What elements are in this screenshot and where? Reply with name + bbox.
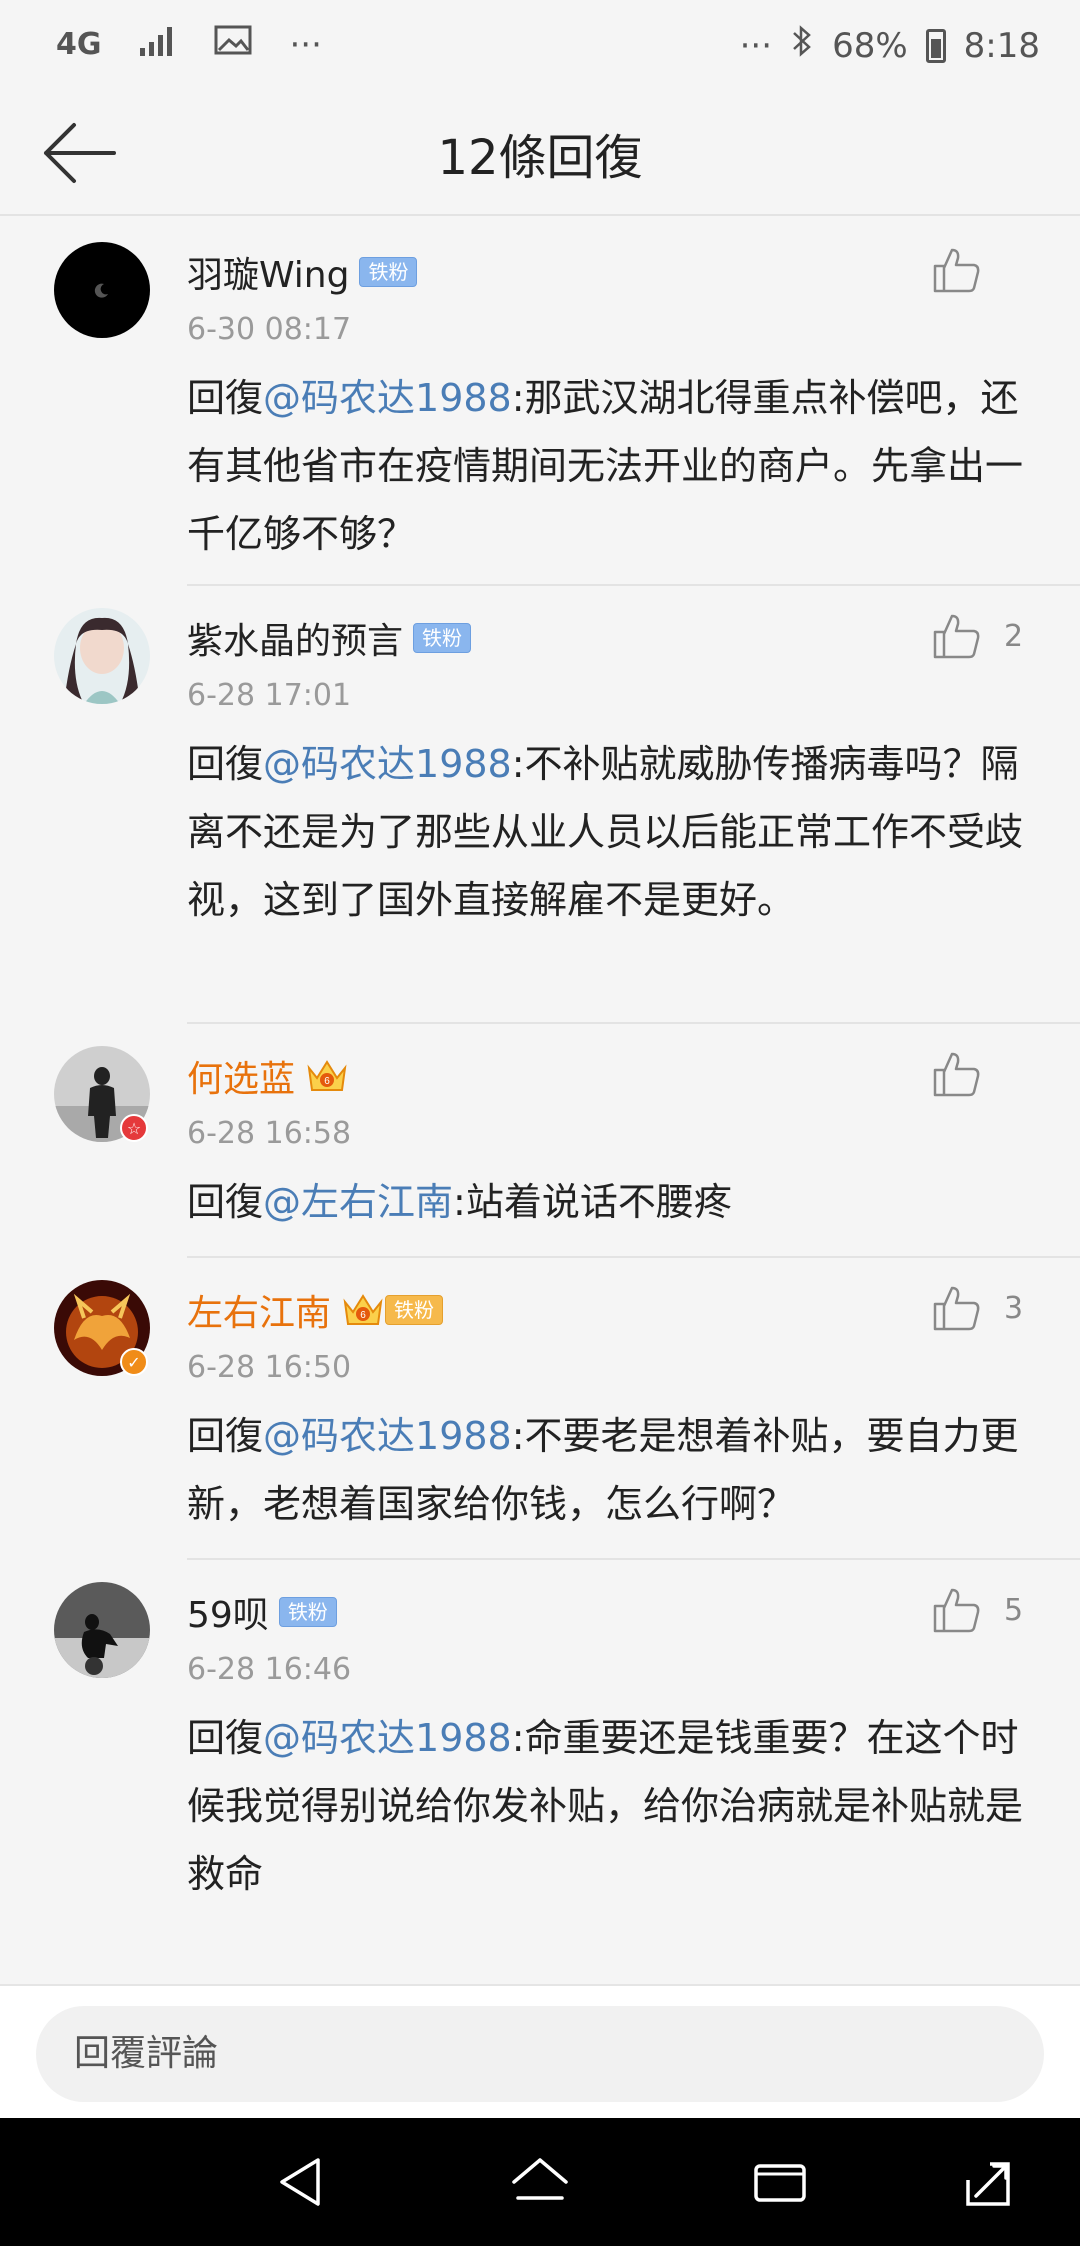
signal-icon [138, 24, 178, 65]
mention-link[interactable]: @码农达1988 [263, 376, 512, 420]
comment-divider [187, 1022, 1080, 1024]
comment-divider [187, 1558, 1080, 1560]
username-text[interactable]: 左右江南 [187, 1284, 331, 1336]
thumbs-up-icon [933, 1052, 980, 1097]
avatar[interactable] [54, 608, 150, 704]
vip-crown-icon: 6 [307, 1060, 347, 1091]
mention-link[interactable]: @码农达1988 [263, 1414, 512, 1458]
more-status-icon: ··· [739, 25, 773, 66]
comment-body: :站着说话不腰疼 [453, 1180, 732, 1224]
nav-home-icon [512, 2158, 568, 2200]
username-text[interactable]: 何选蓝 [187, 1050, 295, 1102]
username[interactable]: 紫水晶的预言 铁粉 [187, 612, 472, 664]
comment-text: 回復@码农达1988:命重要还是钱重要？在这个时候我觉得别说给你发补贴，给你治病… [187, 1704, 1037, 1908]
like-button[interactable]: 3 [932, 1284, 1024, 1332]
reply-prefix: 回復 [187, 1414, 264, 1458]
comment-text: 回復@码农达1988:不补贴就威胁传播病毒吗？隔离不还是为了那些从业人员以后能正… [187, 730, 1037, 934]
mention-link[interactable]: @左右江南 [263, 1180, 453, 1224]
comment-text: 回復@左右江南:站着说话不腰疼 [187, 1168, 1037, 1236]
thumbs-up-icon [933, 1286, 980, 1331]
clock: 8:18 [963, 25, 1040, 66]
username[interactable]: 59呗 铁粉 [187, 1586, 337, 1638]
fan-badge: 铁粉 [278, 1597, 337, 1627]
avatar[interactable] [54, 242, 150, 338]
comment-divider [187, 1256, 1080, 1258]
bluetooth-icon [790, 24, 814, 67]
nav-home-button[interactable] [510, 2152, 570, 2212]
comment-divider [187, 584, 1080, 586]
comment-text: 回復@码农达1988:不要老是想着补贴，要自力更新，老想着国家给你钱，怎么行啊？ [187, 1402, 1037, 1538]
svg-text:6: 6 [360, 1310, 366, 1321]
comment-time: 6-28 16:58 [187, 1116, 352, 1151]
battery-percent: 68% [832, 25, 908, 66]
username[interactable]: 何选蓝 6 [187, 1050, 349, 1102]
like-count: 5 [1004, 1592, 1024, 1628]
nav-recents-icon [754, 2164, 806, 2202]
username[interactable]: 羽璇Wing 铁粉 [187, 246, 418, 298]
fan-badge: 铁粉 [413, 623, 472, 653]
thumbs-up-icon [933, 614, 980, 659]
expand-screen-icon [966, 2162, 1010, 2206]
avatar[interactable] [54, 1582, 150, 1678]
system-nav-bar [0, 2118, 1080, 2246]
reply-prefix: 回復 [187, 1716, 264, 1760]
battery-icon [925, 28, 946, 63]
like-button[interactable]: 2 [932, 612, 1024, 660]
vip-crown-icon: 6 [343, 1294, 383, 1325]
svg-text:6: 6 [324, 1076, 330, 1087]
comment-time: 6-28 17:01 [187, 678, 352, 713]
comment-time: 6-28 16:50 [187, 1350, 352, 1385]
nav-back-icon [280, 2158, 320, 2206]
more-notifications-icon: ··· [289, 24, 322, 65]
comment-time: 6-30 08:17 [187, 312, 352, 347]
page-title: 12條回復 [437, 130, 643, 186]
verified-badge-icon: ☆ [120, 1114, 148, 1142]
reply-comment-input[interactable]: 回覆評論 [36, 2006, 1044, 2102]
username-text[interactable]: 59呗 [187, 1586, 269, 1638]
reply-prefix: 回復 [187, 376, 264, 420]
network-type-indicator: 4G [56, 26, 102, 62]
verified-badge-icon: ✓ [120, 1348, 148, 1376]
nav-back-button[interactable] [272, 2152, 332, 2212]
mention-link[interactable]: @码农达1988 [263, 1716, 512, 1760]
comment-time: 6-28 16:46 [187, 1652, 352, 1687]
app-header: 12條回復 [0, 90, 1080, 216]
like-button[interactable]: 5 [932, 1586, 1024, 1634]
reply-prefix: 回復 [187, 1180, 264, 1224]
username-text[interactable]: 羽璇Wing [187, 246, 349, 298]
reply-bar: 回覆評論 [0, 1984, 1080, 2118]
like-count: 2 [1004, 618, 1024, 654]
thumbs-up-icon [933, 1588, 980, 1633]
status-bar: 4G ··· ··· 68% 8:18 [0, 0, 1080, 90]
nav-screen-expand-button[interactable] [958, 2152, 1018, 2212]
like-count: 3 [1004, 1290, 1024, 1326]
like-button[interactable] [932, 246, 1024, 294]
image-notification-icon [214, 24, 254, 65]
comment-text: 回復@码农达1988:那武汉湖北得重点补偿吧，还有其他省市在疫情期间无法开业的商… [187, 364, 1037, 568]
mention-link[interactable]: @码农达1988 [263, 742, 512, 786]
username[interactable]: 左右江南 6 铁粉 [187, 1284, 444, 1336]
nav-recents-button[interactable] [750, 2152, 810, 2212]
fan-badge: 铁粉 [385, 1295, 444, 1325]
like-button[interactable] [932, 1050, 1024, 1098]
thumbs-up-icon [933, 248, 980, 293]
reply-prefix: 回復 [187, 742, 264, 786]
fan-badge: 铁粉 [359, 257, 418, 287]
username-text[interactable]: 紫水晶的预言 [187, 612, 403, 664]
